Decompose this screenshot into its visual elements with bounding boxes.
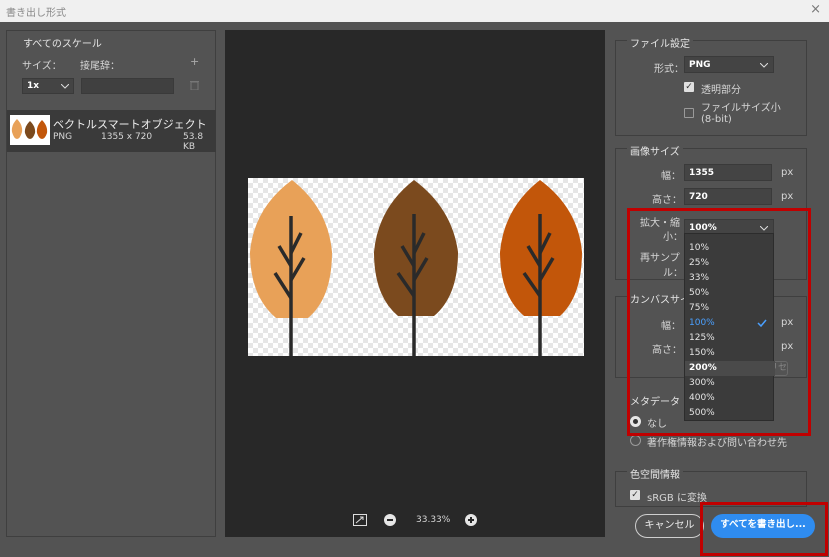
transparency-checkbox[interactable]: ✓ [684, 82, 694, 92]
export-highlight-box [700, 502, 828, 556]
leaf-light [250, 180, 332, 356]
height-unit: px [781, 191, 794, 202]
asset-dimensions: 1355 x 720 [101, 132, 153, 142]
leaf-brown [374, 180, 458, 356]
zoom-level: 33.33% [416, 515, 451, 525]
transparency-label: 透明部分 [701, 85, 741, 96]
width-label: 幅： [661, 171, 681, 182]
close-icon[interactable]: × [810, 2, 821, 17]
height-input[interactable]: 720 [684, 188, 772, 205]
all-scales-label: すべてのスケール [20, 35, 105, 50]
height-input-value: 720 [689, 192, 708, 202]
color-space-label: 色空間情報 [627, 466, 683, 481]
asset-name: ベクトルスマートオブジェクト [53, 118, 207, 131]
leaf-orange [500, 180, 582, 356]
width-unit: px [781, 167, 794, 178]
scale-highlight-box [627, 208, 811, 436]
scales-panel [6, 30, 216, 537]
size-label: サイズ： [22, 61, 62, 72]
add-scale-icon[interactable]: + [190, 55, 199, 68]
format-label: 形式： [654, 64, 684, 75]
suffix-input[interactable] [81, 78, 174, 94]
scale-select[interactable]: 1x [22, 78, 74, 94]
metadata-copyright-radio[interactable] [630, 435, 641, 446]
fit-view-icon[interactable] [353, 514, 367, 526]
zoom-out-icon[interactable] [384, 514, 396, 526]
preview-canvas [248, 178, 584, 356]
asset-file-size: 53.8 KB [183, 132, 204, 152]
leaves-artwork [250, 180, 582, 356]
width-input[interactable]: 1355 [684, 164, 772, 181]
metadata-copyright-label: 著作権情報および問い合わせ先 [647, 438, 787, 449]
trash-icon[interactable] [190, 80, 199, 90]
width-input-value: 1355 [689, 168, 715, 178]
srgb-label: sRGB に変換 [647, 493, 707, 504]
srgb-checkbox[interactable]: ✓ [630, 490, 640, 500]
file-settings-label: ファイル設定 [627, 35, 693, 50]
suffix-label: 接尾辞： [80, 61, 120, 72]
small-file-sublabel: (8-bit) [701, 114, 732, 125]
asset-thumbnail [10, 115, 50, 145]
height-label: 高さ： [652, 195, 682, 206]
image-size-label: 画像サイズ [627, 143, 683, 158]
asset-format: PNG [53, 132, 73, 142]
small-file-checkbox[interactable] [684, 108, 694, 118]
zoom-in-icon[interactable] [465, 514, 477, 526]
chevron-down-icon [61, 84, 69, 89]
scale-select-value: 1x [27, 81, 40, 91]
chevron-down-icon [760, 63, 768, 68]
small-file-label: ファイルサイズ小 [701, 103, 781, 114]
cancel-button[interactable]: キャンセル [635, 514, 704, 538]
title-bar: 書き出し形式 × [0, 0, 829, 22]
window-title: 書き出し形式 [6, 8, 66, 19]
format-select[interactable]: PNG [684, 56, 774, 73]
format-select-value: PNG [689, 60, 711, 70]
asset-row[interactable]: ベクトルスマートオブジェクト PNG 1355 x 720 53.8 KB [7, 110, 216, 152]
